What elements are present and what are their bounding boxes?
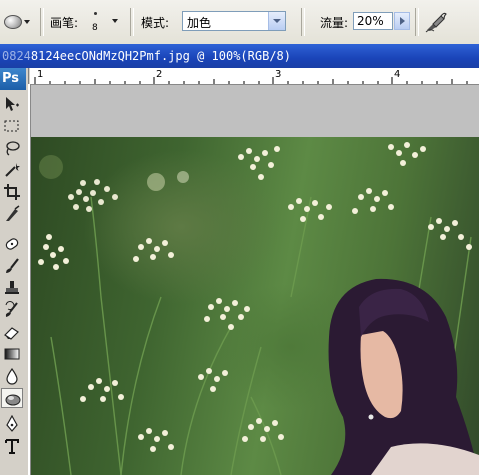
tools-panel: Ps (0, 68, 29, 475)
top-ruler: 1 2 3 4 (30, 68, 479, 85)
brush-tool-icon[interactable] (1, 256, 23, 276)
mode-value: 加色 (187, 16, 212, 30)
type-tool-icon[interactable] (1, 436, 23, 456)
divider (130, 8, 134, 36)
flow-input[interactable]: 20% (353, 12, 393, 30)
mode-label: 模式: (141, 16, 170, 30)
marquee-tool-icon[interactable] (1, 116, 23, 136)
ruler-label: 4 (394, 69, 401, 80)
divider (40, 8, 44, 36)
pen-tool-icon[interactable] (1, 414, 23, 434)
airbrush-icon[interactable] (424, 10, 448, 34)
brush-tip-icon (94, 12, 97, 15)
ruler-label: 1 (37, 69, 44, 80)
chevron-down-icon (112, 19, 118, 23)
water-drop-icon[interactable] (1, 366, 23, 386)
blur-tool-icon (4, 15, 22, 29)
flow-label: 流量: (320, 16, 349, 30)
chevron-down-icon (24, 20, 30, 24)
eraser-icon[interactable] (1, 322, 23, 342)
title-prefix: 0824 (2, 49, 31, 63)
mode-select[interactable]: 加色 (182, 11, 286, 31)
slice-tool-icon[interactable] (1, 204, 23, 224)
crop-tool-icon[interactable] (1, 182, 23, 202)
lasso-tool-icon[interactable] (1, 138, 23, 158)
ps-logo: Ps (0, 68, 26, 90)
canvas-pasteboard[interactable] (31, 85, 479, 137)
brush-size: 8 (92, 23, 98, 33)
move-tool-icon[interactable] (1, 94, 23, 114)
divider (415, 8, 419, 36)
history-brush-icon[interactable] (1, 300, 23, 320)
document-title-bar[interactable]: 08248124eecONdMzQH2Pmf.jpg @ 100%(RGB/8) (0, 44, 479, 68)
magic-wand-icon[interactable] (1, 160, 23, 180)
flow-slider-button[interactable] (394, 12, 410, 30)
photo-canvas[interactable] (31, 137, 479, 475)
gradient-icon[interactable] (1, 344, 23, 364)
blur-tool-icon[interactable] (1, 388, 23, 408)
options-bar: 画笔: 8 模式: 加色 流量: 20% (0, 0, 479, 45)
clone-stamp-icon[interactable] (1, 278, 23, 298)
ruler-label: 3 (275, 69, 282, 80)
healing-brush-icon[interactable] (1, 234, 23, 254)
brush-picker[interactable]: 8 (86, 10, 122, 36)
document-title: 8124eecONdMzQH2Pmf.jpg @ 100%(RGB/8) (30, 49, 291, 63)
ruler-label: 2 (156, 69, 163, 80)
brush-label: 画笔: (50, 16, 79, 30)
chevron-down-icon[interactable] (268, 12, 285, 30)
divider (301, 8, 305, 36)
tool-preset-picker[interactable] (2, 11, 32, 33)
